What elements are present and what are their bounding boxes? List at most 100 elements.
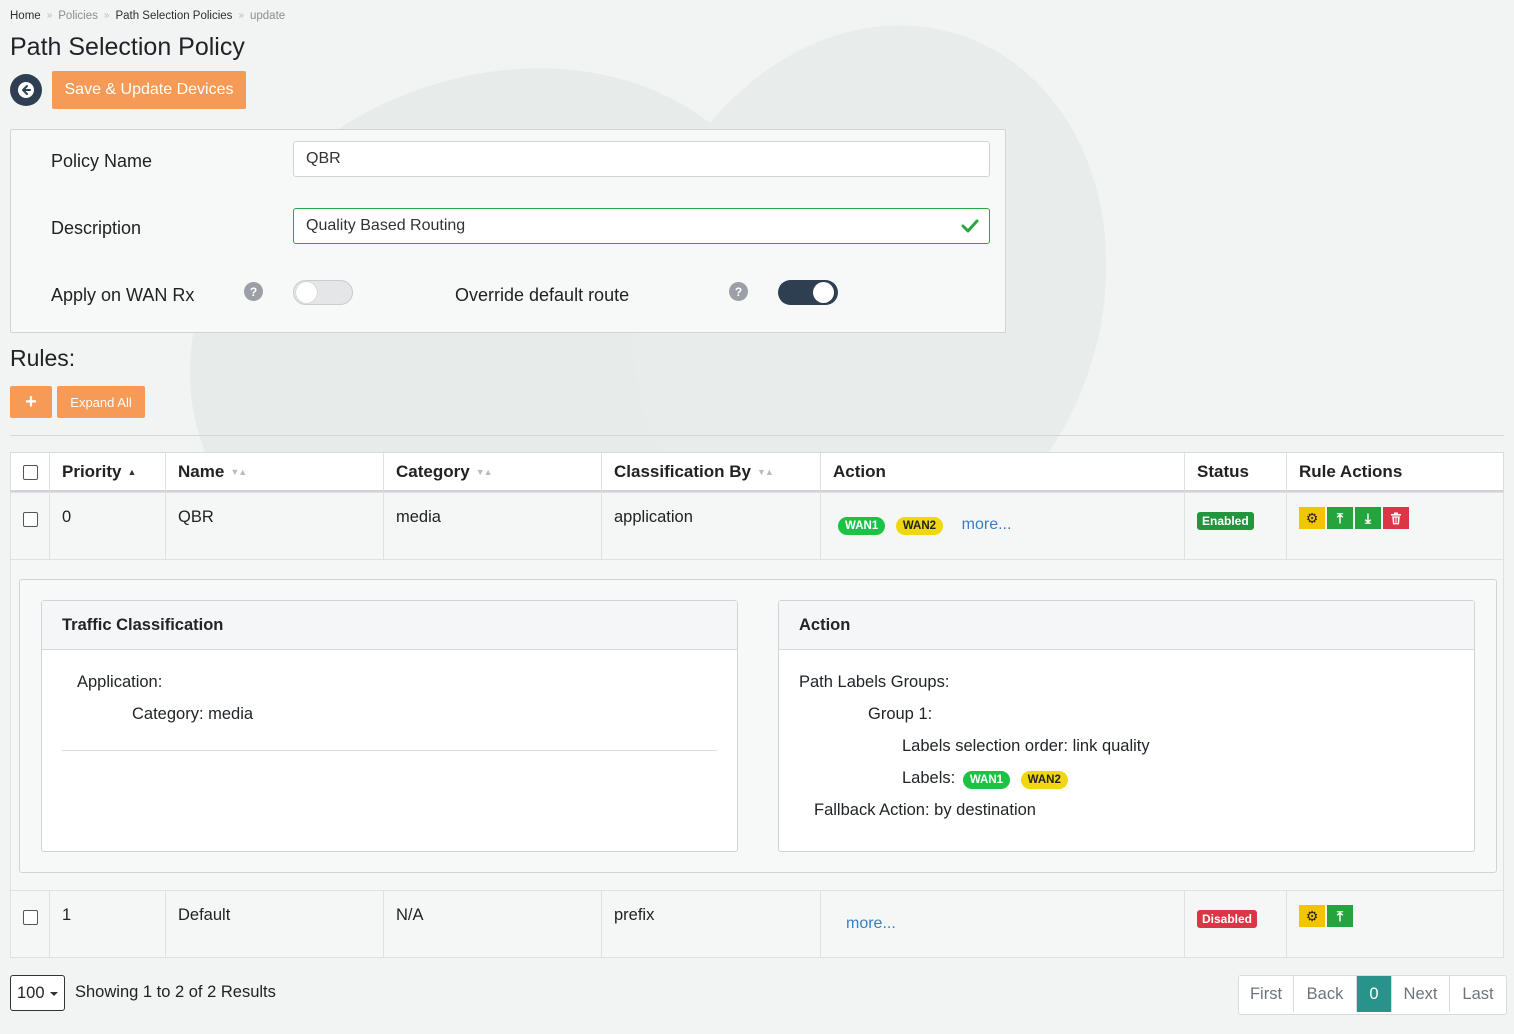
category-line: Category: media	[132, 705, 254, 723]
rules-heading: Rules:	[10, 345, 76, 371]
classification-cell: application	[601, 493, 820, 559]
delete-icon[interactable]	[1383, 507, 1409, 529]
rule-detail-panel: Traffic Classification Application: Cate…	[19, 579, 1497, 873]
column-label: Name	[178, 462, 225, 481]
action-cell: WAN1 WAN2 more...	[820, 493, 1184, 559]
application-label: Application:	[77, 673, 163, 691]
save-update-devices-button[interactable]: Save & Update Devices	[52, 71, 246, 109]
description-input[interactable]: Quality Based Routing	[293, 208, 990, 244]
labels-line: Labels: WAN1 WAN2	[902, 769, 1068, 789]
label-badge-wan2: WAN2	[895, 517, 944, 535]
breadcrumb-home[interactable]: Home	[10, 10, 41, 22]
table-header: Priority ▲ Name ▼▲ Category ▼▲ Classific…	[10, 452, 1504, 492]
sort-asc-icon: ▲	[127, 467, 137, 477]
policy-name-input[interactable]: QBR	[293, 141, 990, 177]
table-row[interactable]: 0 QBR media application WAN1 WAN2 more..…	[10, 492, 1504, 560]
label-badge-wan2: WAN2	[1020, 771, 1068, 789]
category-cell: N/A	[383, 891, 601, 957]
pager-back[interactable]: Back	[1293, 976, 1356, 1012]
policy-name-label: Policy Name	[51, 151, 153, 171]
sort-icon: ▼▲	[757, 467, 774, 477]
results-summary: Showing 1 to 2 of 2 Results	[75, 983, 276, 1001]
status-cell: Disabled	[1184, 891, 1286, 957]
traffic-classification-title: Traffic Classification	[42, 601, 737, 650]
rule-actions-cell: ⚙ ⤒ ⤓	[1286, 493, 1505, 559]
column-header-classification-by[interactable]: Classification By ▼▲	[601, 453, 820, 491]
column-header-status: Status	[1184, 453, 1286, 491]
policy-form-panel: Policy Name QBR Description Quality Base…	[10, 129, 1006, 333]
policy-name-value: QBR	[306, 150, 341, 167]
row-checkbox[interactable]	[23, 512, 38, 527]
fallback-action-line: Fallback Action: by destination	[814, 801, 1036, 819]
labels-label: Labels:	[902, 769, 956, 787]
column-label: Rule Actions	[1299, 462, 1403, 481]
name-cell: QBR	[165, 493, 383, 559]
column-header-rule-actions: Rule Actions	[1286, 453, 1505, 491]
status-badge: Enabled	[1197, 512, 1254, 530]
move-down-icon[interactable]: ⤓	[1355, 507, 1381, 529]
row-select-cell	[11, 891, 49, 957]
breadcrumb-path-selection-policies[interactable]: Path Selection Policies	[115, 10, 232, 22]
breadcrumb-separator: »	[46, 10, 53, 21]
toggle-knob	[813, 282, 834, 303]
selection-order-line: Labels selection order: link quality	[902, 737, 1150, 755]
page-title: Path Selection Policy	[10, 33, 245, 61]
breadcrumb: Home » Policies » Path Selection Policie…	[10, 10, 285, 22]
settings-icon[interactable]: ⚙	[1299, 507, 1325, 529]
column-header-name[interactable]: Name ▼▲	[165, 453, 383, 491]
sort-icon: ▼▲	[230, 467, 247, 477]
help-icon[interactable]: ?	[244, 282, 263, 301]
column-header-action: Action	[820, 453, 1184, 491]
breadcrumb-policies[interactable]: Policies	[58, 10, 98, 22]
name-cell: Default	[165, 891, 383, 957]
override-default-route-toggle[interactable]	[778, 280, 838, 305]
settings-icon[interactable]: ⚙	[1299, 905, 1325, 927]
priority-cell: 0	[49, 493, 165, 559]
more-link[interactable]: more...	[846, 915, 896, 932]
action-card: Action Path Labels Groups: Group 1: Labe…	[778, 600, 1475, 852]
override-default-route-label: Override default route	[455, 285, 630, 305]
category-cell: media	[383, 493, 601, 559]
toggle-knob	[296, 282, 317, 303]
pager-last[interactable]: Last	[1449, 976, 1506, 1012]
column-label: Action	[833, 462, 886, 481]
caret-down-icon	[50, 992, 58, 996]
column-header-priority[interactable]: Priority ▲	[49, 453, 165, 491]
column-label: Priority	[62, 462, 122, 481]
column-label: Classification By	[614, 462, 751, 481]
column-label: Category	[396, 462, 470, 481]
add-rule-button[interactable]: +	[10, 386, 52, 418]
divider	[62, 750, 717, 751]
label-badge-wan1: WAN1	[962, 771, 1011, 789]
page-size-select[interactable]: 100	[10, 975, 65, 1011]
column-header-category[interactable]: Category ▼▲	[383, 453, 601, 491]
priority-cell: 1	[49, 891, 165, 957]
breadcrumb-current: update	[250, 10, 286, 22]
rule-detail-row: Traffic Classification Application: Cate…	[10, 560, 1504, 891]
breadcrumb-separator: »	[238, 10, 244, 21]
apply-wan-rx-toggle[interactable]	[293, 280, 353, 305]
pager-next[interactable]: Next	[1391, 976, 1449, 1012]
group-label: Group 1:	[868, 705, 933, 723]
table-row[interactable]: 1 Default N/A prefix more... Disabled ⚙ ⤒	[10, 890, 1504, 958]
back-button[interactable]	[10, 74, 42, 106]
help-icon[interactable]: ?	[729, 282, 748, 301]
more-link[interactable]: more...	[962, 516, 1012, 533]
move-up-icon[interactable]: ⤒	[1327, 507, 1353, 529]
pager-current-page[interactable]: 0	[1356, 976, 1391, 1012]
select-all-cell	[11, 453, 49, 491]
row-select-cell	[11, 493, 49, 559]
classification-cell: prefix	[601, 891, 820, 957]
rule-actions-cell: ⚙ ⤒	[1286, 891, 1505, 957]
status-badge: Disabled	[1197, 910, 1258, 928]
expand-all-button[interactable]: Expand All	[57, 386, 145, 418]
breadcrumb-separator: »	[103, 10, 110, 21]
valid-check-icon	[961, 217, 979, 240]
row-checkbox[interactable]	[23, 910, 38, 925]
label-badge-wan1: WAN1	[838, 517, 886, 535]
pager-first[interactable]: First	[1239, 976, 1293, 1012]
select-all-checkbox[interactable]	[22, 464, 38, 480]
move-up-icon[interactable]: ⤒	[1327, 905, 1353, 927]
sort-icon: ▼▲	[475, 467, 493, 477]
status-cell: Enabled	[1184, 493, 1286, 559]
